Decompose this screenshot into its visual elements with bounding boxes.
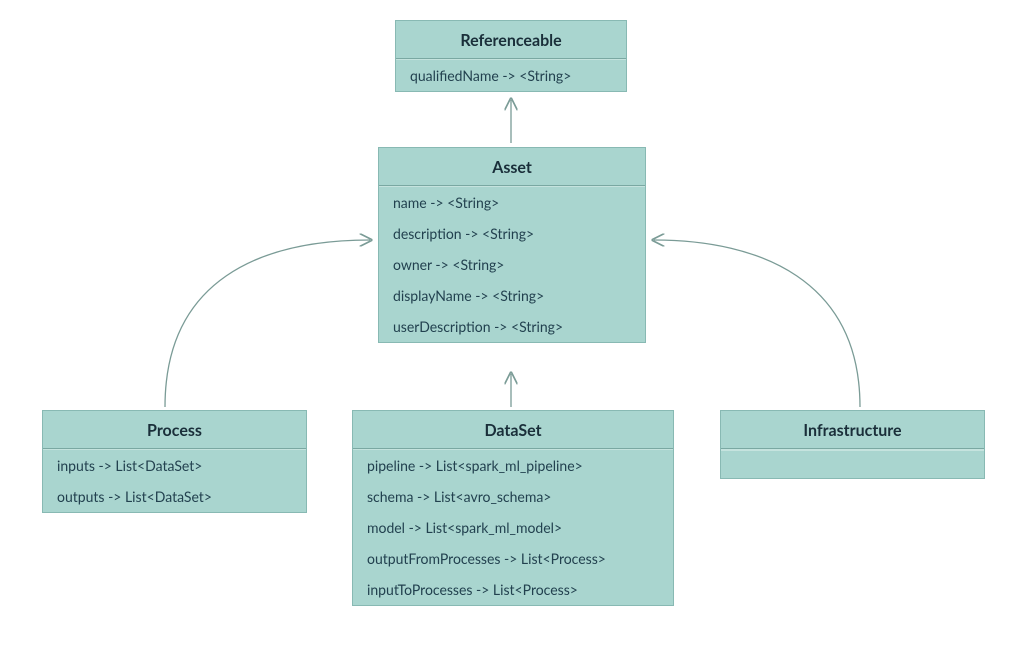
class-title: Infrastructure bbox=[721, 411, 984, 449]
class-attribute: owner -> <String> bbox=[379, 249, 645, 280]
class-attribute: inputToProcesses -> List<Process> bbox=[353, 574, 673, 605]
class-box-asset: Asset name -> <String> description -> <S… bbox=[378, 147, 646, 343]
class-attribute: outputFromProcesses -> List<Process> bbox=[353, 543, 673, 574]
class-box-referenceable: Referenceable qualifiedName -> <String> bbox=[395, 20, 627, 92]
class-title: DataSet bbox=[353, 411, 673, 449]
class-attribute: schema -> List<avro_schema> bbox=[353, 481, 673, 512]
class-attribute: outputs -> List<DataSet> bbox=[43, 481, 306, 512]
class-attribute: userDescription -> <String> bbox=[379, 311, 645, 342]
class-box-dataset: DataSet pipeline -> List<spark_ml_pipeli… bbox=[352, 410, 674, 606]
class-attribute: qualifiedName -> <String> bbox=[396, 60, 626, 91]
class-attribute: pipeline -> List<spark_ml_pipeline> bbox=[353, 450, 673, 481]
class-attribute: name -> <String> bbox=[379, 187, 645, 218]
class-box-infrastructure: Infrastructure bbox=[720, 410, 985, 479]
class-attribute: description -> <String> bbox=[379, 218, 645, 249]
class-box-process: Process inputs -> List<DataSet> outputs … bbox=[42, 410, 307, 513]
class-title: Referenceable bbox=[396, 21, 626, 59]
class-attribute: inputs -> List<DataSet> bbox=[43, 450, 306, 481]
class-empty-body bbox=[721, 450, 984, 478]
class-title: Asset bbox=[379, 148, 645, 186]
class-attribute: model -> List<spark_ml_model> bbox=[353, 512, 673, 543]
class-attribute: displayName -> <String> bbox=[379, 280, 645, 311]
class-title: Process bbox=[43, 411, 306, 449]
